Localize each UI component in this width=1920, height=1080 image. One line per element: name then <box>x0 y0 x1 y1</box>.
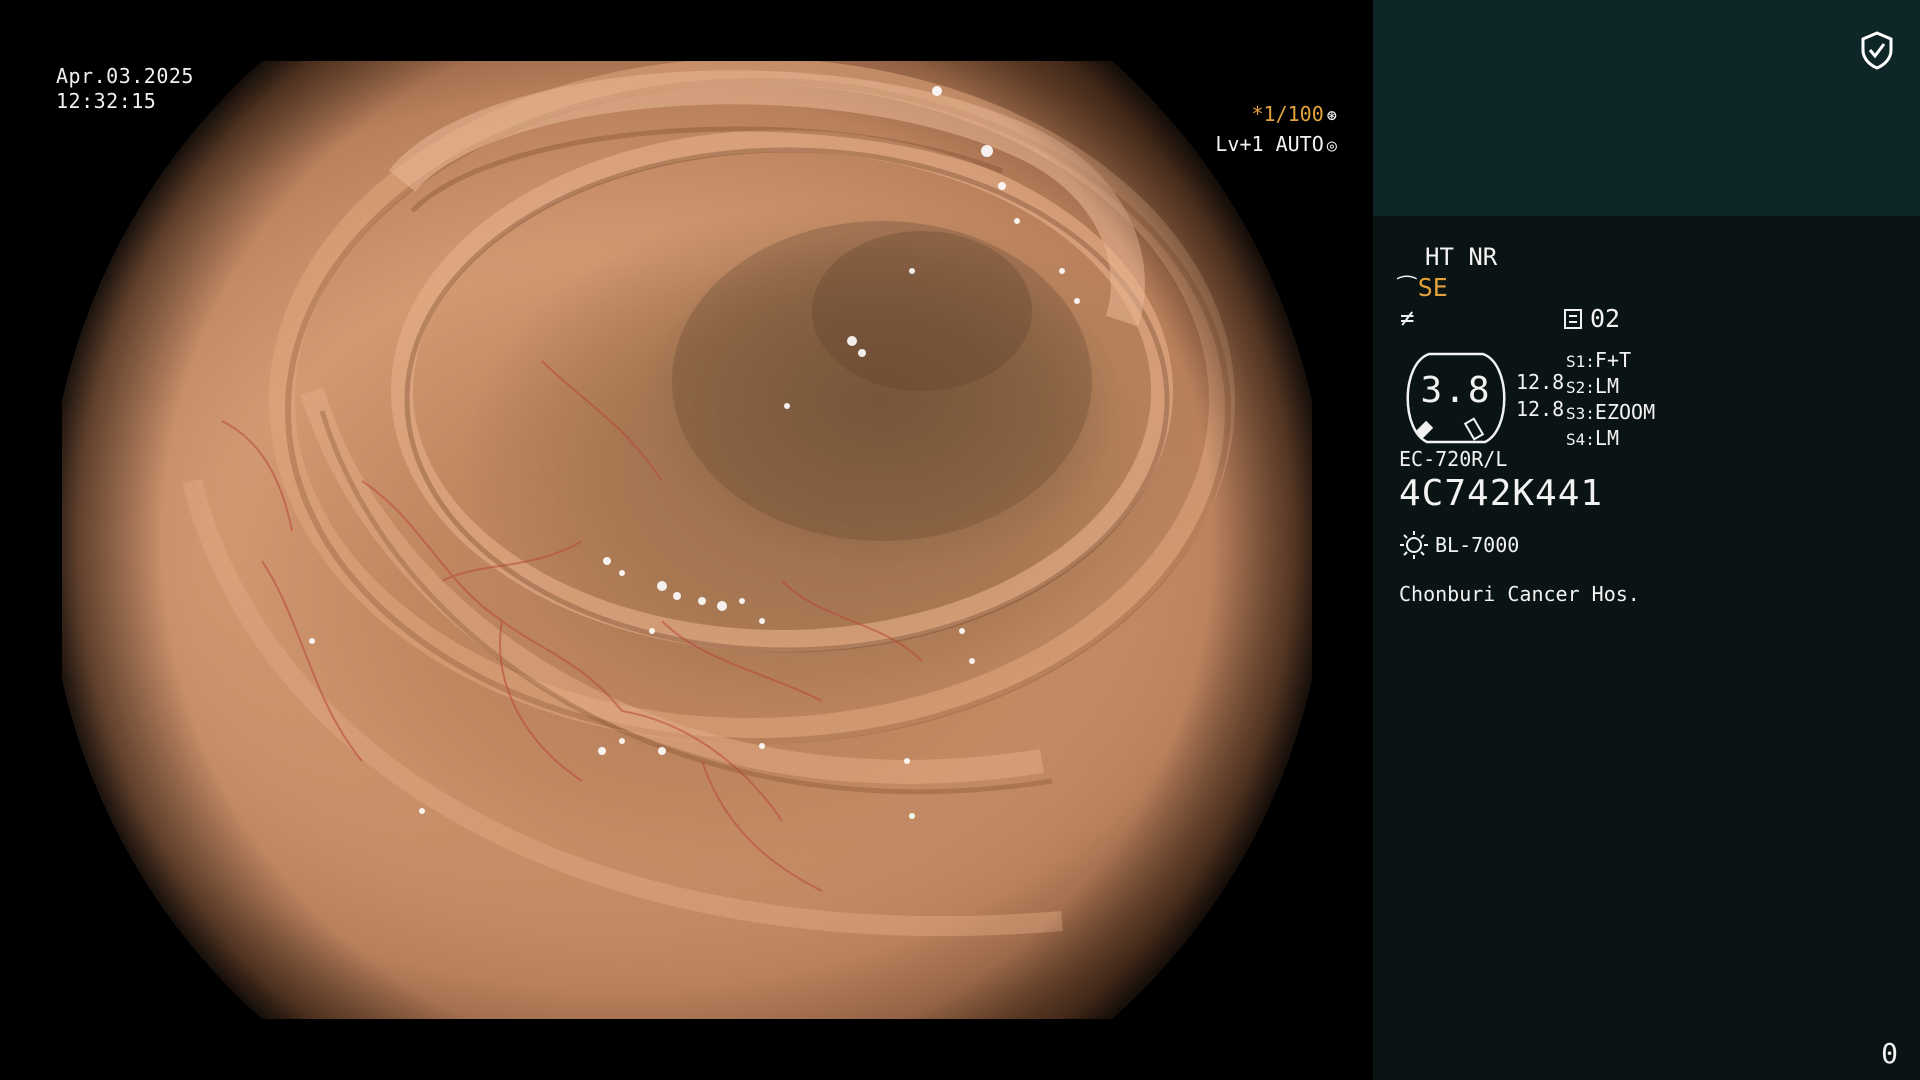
zoom-value-text: 3.8 <box>1420 370 1492 411</box>
wand-icon: ⁀ <box>1398 277 1416 302</box>
endoscope-video-area: Apr.03.2025 12:32:15 *1/100 ⊛ Lv+1 AUTO ◎ <box>0 0 1373 1080</box>
switch-id: S3: <box>1566 404 1595 423</box>
shutter-speed-text: *1/100 <box>1251 102 1324 126</box>
light-source-row: BL-7000 <box>1399 530 1519 560</box>
reading-1-text: 12.8 <box>1516 370 1565 394</box>
endoscopy-monitor: Apr.03.2025 12:32:15 *1/100 ⊛ Lv+1 AUTO ◎ … <box>0 0 1920 1080</box>
structure-enhance-indicator: ⁀SE <box>1398 273 1448 302</box>
reading-2-text: 12.8 <box>1516 397 1565 421</box>
switch-value: F+T <box>1594 348 1632 372</box>
switch-id: S1: <box>1566 352 1595 371</box>
switch-row: S4:LM <box>1566 426 1655 452</box>
mode-list-icon <box>1564 309 1582 329</box>
not-equal-icon: ≠ <box>1400 304 1415 332</box>
hospital-name-text: Chonburi Cancer Hos. <box>1399 582 1640 606</box>
light-source-text: BL-7000 <box>1435 533 1520 557</box>
light-source-icon <box>1400 531 1428 559</box>
enhance-level-text: Lv+1 AUTO <box>1215 132 1324 156</box>
switch-id: S2: <box>1566 378 1595 397</box>
switch-row: S1:F+T <box>1566 348 1655 374</box>
scope-serial-text: 4C742K441 <box>1399 473 1604 514</box>
switch-row: S2:LM <box>1566 374 1655 400</box>
info-panel-header <box>1373 0 1920 216</box>
time-text: 12:32:15 <box>56 89 157 113</box>
iris-icon: ◎ <box>1326 136 1337 156</box>
date-time-display: Apr.03.2025 12:32:15 <box>56 64 194 114</box>
se-text: SE <box>1417 273 1448 302</box>
switch-value: LM <box>1594 426 1619 450</box>
switch-value: LM <box>1594 374 1619 398</box>
switch-value: EZOOM <box>1594 400 1656 424</box>
scope-switch-list: S1:F+T S2:LM S3:EZOOM S4:LM <box>1566 348 1655 452</box>
info-panel: HT NR ⁀SE ≠ 02 3.8 12.8 12.8 S1:F+T S2:L… <box>1373 0 1920 1080</box>
colon-lumen-drawing <box>182 61 1235 937</box>
switch-row: S3:EZOOM <box>1566 400 1655 426</box>
scope-model-text: EC-720R/L <box>1399 447 1508 471</box>
exposure-readout: *1/100 ⊛ Lv+1 AUTO ◎ <box>1215 100 1337 160</box>
mode-number-text: 02 <box>1590 304 1621 333</box>
ht-nr-indicator: HT NR <box>1425 243 1498 271</box>
shutter-icon: ⊛ <box>1326 106 1337 126</box>
image-counter-text: 0 <box>1881 1037 1898 1070</box>
date-text: Apr.03.2025 <box>56 64 194 88</box>
switch-id: S4: <box>1566 430 1595 449</box>
mode-indicator: 02 <box>1564 304 1620 333</box>
endoscopic-image <box>62 61 1312 1019</box>
zoom-readings: 12.8 12.8 <box>1516 369 1564 423</box>
shield-check-icon <box>1861 31 1893 70</box>
